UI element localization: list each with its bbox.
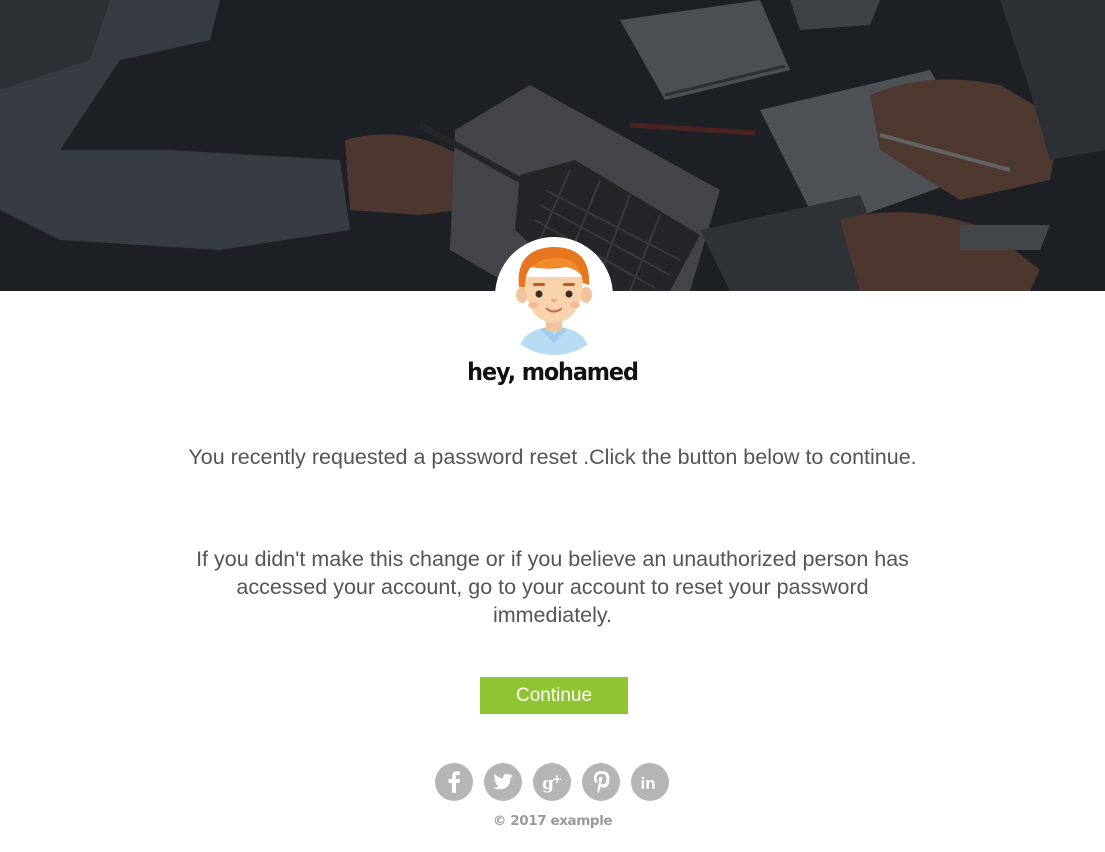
- avatar: [495, 237, 613, 355]
- svg-text:in: in: [641, 774, 656, 793]
- copyright-footer: © 2017 example: [492, 813, 613, 829]
- continue-button[interactable]: Continue: [480, 677, 628, 714]
- svg-text:+: +: [552, 772, 562, 786]
- linkedin-icon[interactable]: in: [631, 763, 669, 801]
- twitter-icon[interactable]: [484, 763, 522, 801]
- reset-request-text: You recently requested a password reset …: [188, 445, 917, 469]
- greeting-heading: hey, mohamed: [467, 358, 639, 386]
- google-plus-icon[interactable]: g +: [533, 763, 571, 801]
- pinterest-icon[interactable]: [582, 763, 620, 801]
- security-warning-text: If you didn't make this change or if you…: [196, 547, 909, 627]
- facebook-icon[interactable]: [435, 763, 473, 801]
- social-links: g + in: [435, 763, 669, 801]
